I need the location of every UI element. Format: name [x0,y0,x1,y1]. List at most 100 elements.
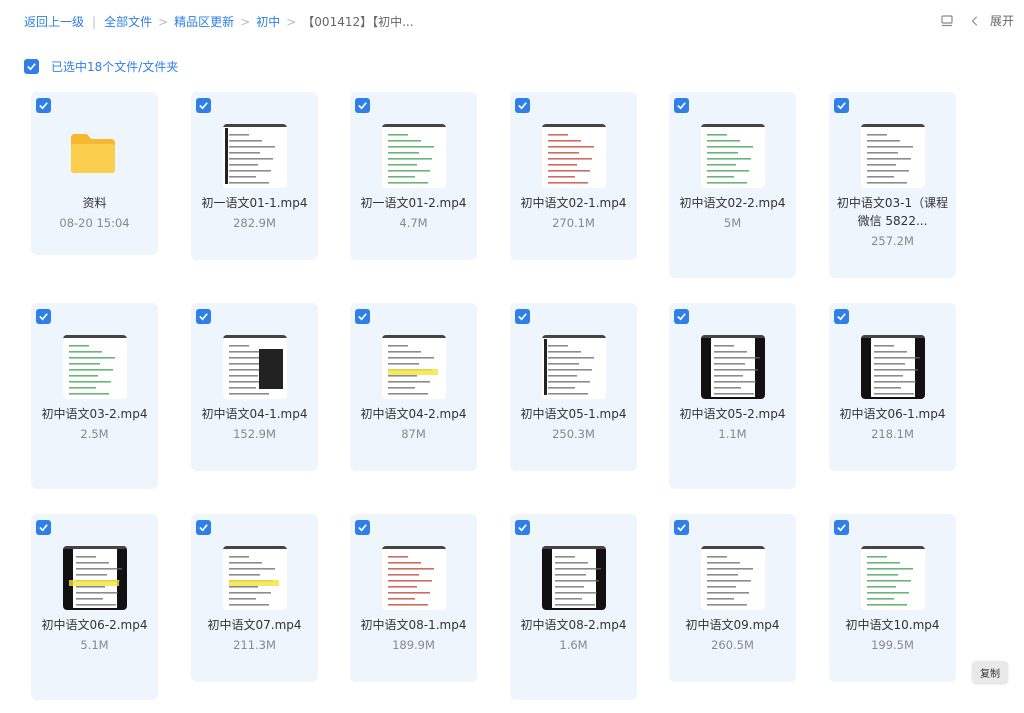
file-card[interactable]: 初中语文03-2.mp4 2.5M [31,303,158,489]
file-card[interactable]: 初中语文09.mp4 260.5M [669,514,796,682]
item-checkbox[interactable] [36,309,51,324]
video-thumbnail [382,124,446,188]
video-thumbnail [223,124,287,188]
expand-label: 展开 [989,14,1014,28]
file-size: 199.5M [871,638,914,652]
video-thumbnail [542,546,606,610]
file-name-text: 初中语文02-1.mp4 [520,196,627,210]
file-card[interactable]: 初中语文02-1.mp4 270.1M [510,92,637,260]
file-name: 资料 08-20 15:04 [37,194,152,232]
file-name: 初中语文05-2.mp4 1.1M [675,405,790,443]
file-name-text: 初中语文10.mp4 [845,618,940,632]
copy-button[interactable]: 复制 [972,661,1008,683]
file-card[interactable]: 初一语文01-1.mp4 282.9M [191,92,318,260]
file-card[interactable]: 初中语文08-1.mp4 189.9M [350,514,477,682]
file-card[interactable]: 初中语文06-2.mp4 5.1M [31,514,158,700]
check-icon [199,524,208,532]
check-icon [39,313,48,321]
video-thumbnail [701,546,765,610]
item-checkbox[interactable] [834,309,849,324]
check-icon [837,102,846,110]
file-size: 2.5M [80,427,109,441]
file-name-text: 初中语文05-2.mp4 [679,407,786,421]
video-thumbnail [861,335,925,399]
file-size: 152.9M [233,427,276,441]
item-checkbox[interactable] [674,520,689,535]
expand-button[interactable]: 展开 [968,12,1014,29]
item-checkbox[interactable] [515,520,530,535]
check-icon [199,313,208,321]
file-size: 87M [401,427,426,441]
check-icon [837,313,846,321]
item-checkbox[interactable] [515,309,530,324]
file-size: 282.9M [233,216,276,230]
file-size: 270.1M [552,216,595,230]
file-card[interactable]: 初中语文04-1.mp4 152.9M [191,303,318,471]
breadcrumb-divider: | [92,14,97,29]
list-view-icon[interactable] [940,14,954,28]
selection-bar: 已选中18个文件/文件夹 [24,58,178,75]
check-icon [518,313,527,321]
check-icon [837,524,846,532]
file-name: 初中语文06-2.mp4 5.1M [37,616,152,654]
file-card[interactable]: 初中语文05-1.mp4 250.3M [510,303,637,471]
video-thumbnail [63,546,127,610]
file-card[interactable]: 初中语文08-2.mp4 1.6M [510,514,637,700]
folder-card[interactable]: 资料 08-20 15:04 [31,92,158,255]
item-checkbox[interactable] [674,309,689,324]
item-checkbox[interactable] [674,98,689,113]
file-name-text: 初中语文04-1.mp4 [201,407,308,421]
file-name-text: 初中语文03-1（课程微信 5822... [836,196,949,228]
check-icon [677,313,686,321]
file-name-text: 初一语文01-2.mp4 [360,196,467,210]
file-name-text: 初中语文03-2.mp4 [41,407,148,421]
breadcrumb-item-all-files[interactable]: 全部文件 [104,13,152,30]
file-name: 初中语文07.mp4 211.3M [197,616,312,654]
item-checkbox[interactable] [355,98,370,113]
item-checkbox[interactable] [834,98,849,113]
video-thumbnail [542,335,606,399]
breadcrumb: 返回上一级 | 全部文件 > 精品区更新 > 初中 > 【001412】【初中.… [24,13,414,30]
selection-count: 已选中18个文件/文件夹 [51,60,179,74]
breadcrumb-item-middle-school[interactable]: 初中 [256,13,280,30]
check-icon [358,524,367,532]
file-size: 211.3M [233,638,276,652]
check-icon [39,102,48,110]
item-checkbox[interactable] [355,309,370,324]
item-checkbox[interactable] [196,520,211,535]
file-card[interactable]: 初中语文02-2.mp4 5M [669,92,796,278]
check-icon [677,102,686,110]
file-card[interactable]: 初中语文06-1.mp4 218.1M [829,303,956,471]
file-card[interactable]: 初中语文03-1（课程微信 5822... 257.2M [829,92,956,278]
top-bar: 返回上一级 | 全部文件 > 精品区更新 > 初中 > 【001412】【初中.… [0,0,1024,44]
file-name: 初一语文01-1.mp4 282.9M [197,194,312,232]
check-icon [199,102,208,110]
file-card[interactable]: 初中语文05-2.mp4 1.1M [669,303,796,489]
item-checkbox[interactable] [36,520,51,535]
file-name: 初中语文02-2.mp4 5M [675,194,790,232]
file-name-text: 初一语文01-1.mp4 [201,196,308,210]
back-link[interactable]: 返回上一级 [24,13,84,30]
file-card[interactable]: 初中语文10.mp4 199.5M [829,514,956,682]
breadcrumb-item-featured[interactable]: 精品区更新 [174,13,234,30]
item-checkbox[interactable] [196,309,211,324]
item-checkbox[interactable] [515,98,530,113]
check-icon [358,313,367,321]
video-thumbnail [701,335,765,399]
file-name-text: 初中语文06-1.mp4 [839,407,946,421]
file-card[interactable]: 初一语文01-2.mp4 4.7M [350,92,477,260]
file-card[interactable]: 初中语文04-2.mp4 87M [350,303,477,471]
file-size: 250.3M [552,427,595,441]
check-icon [518,102,527,110]
file-card[interactable]: 初中语文07.mp4 211.3M [191,514,318,682]
item-checkbox[interactable] [196,98,211,113]
file-name-text: 资料 [82,196,107,210]
file-name-text: 初中语文02-2.mp4 [679,196,786,210]
file-name: 初中语文08-2.mp4 1.6M [516,616,631,654]
select-all-checkbox[interactable] [24,59,39,74]
item-checkbox[interactable] [36,98,51,113]
file-size: 260.5M [711,638,754,652]
item-checkbox[interactable] [355,520,370,535]
item-checkbox[interactable] [834,520,849,535]
file-name-text: 初中语文09.mp4 [685,618,780,632]
